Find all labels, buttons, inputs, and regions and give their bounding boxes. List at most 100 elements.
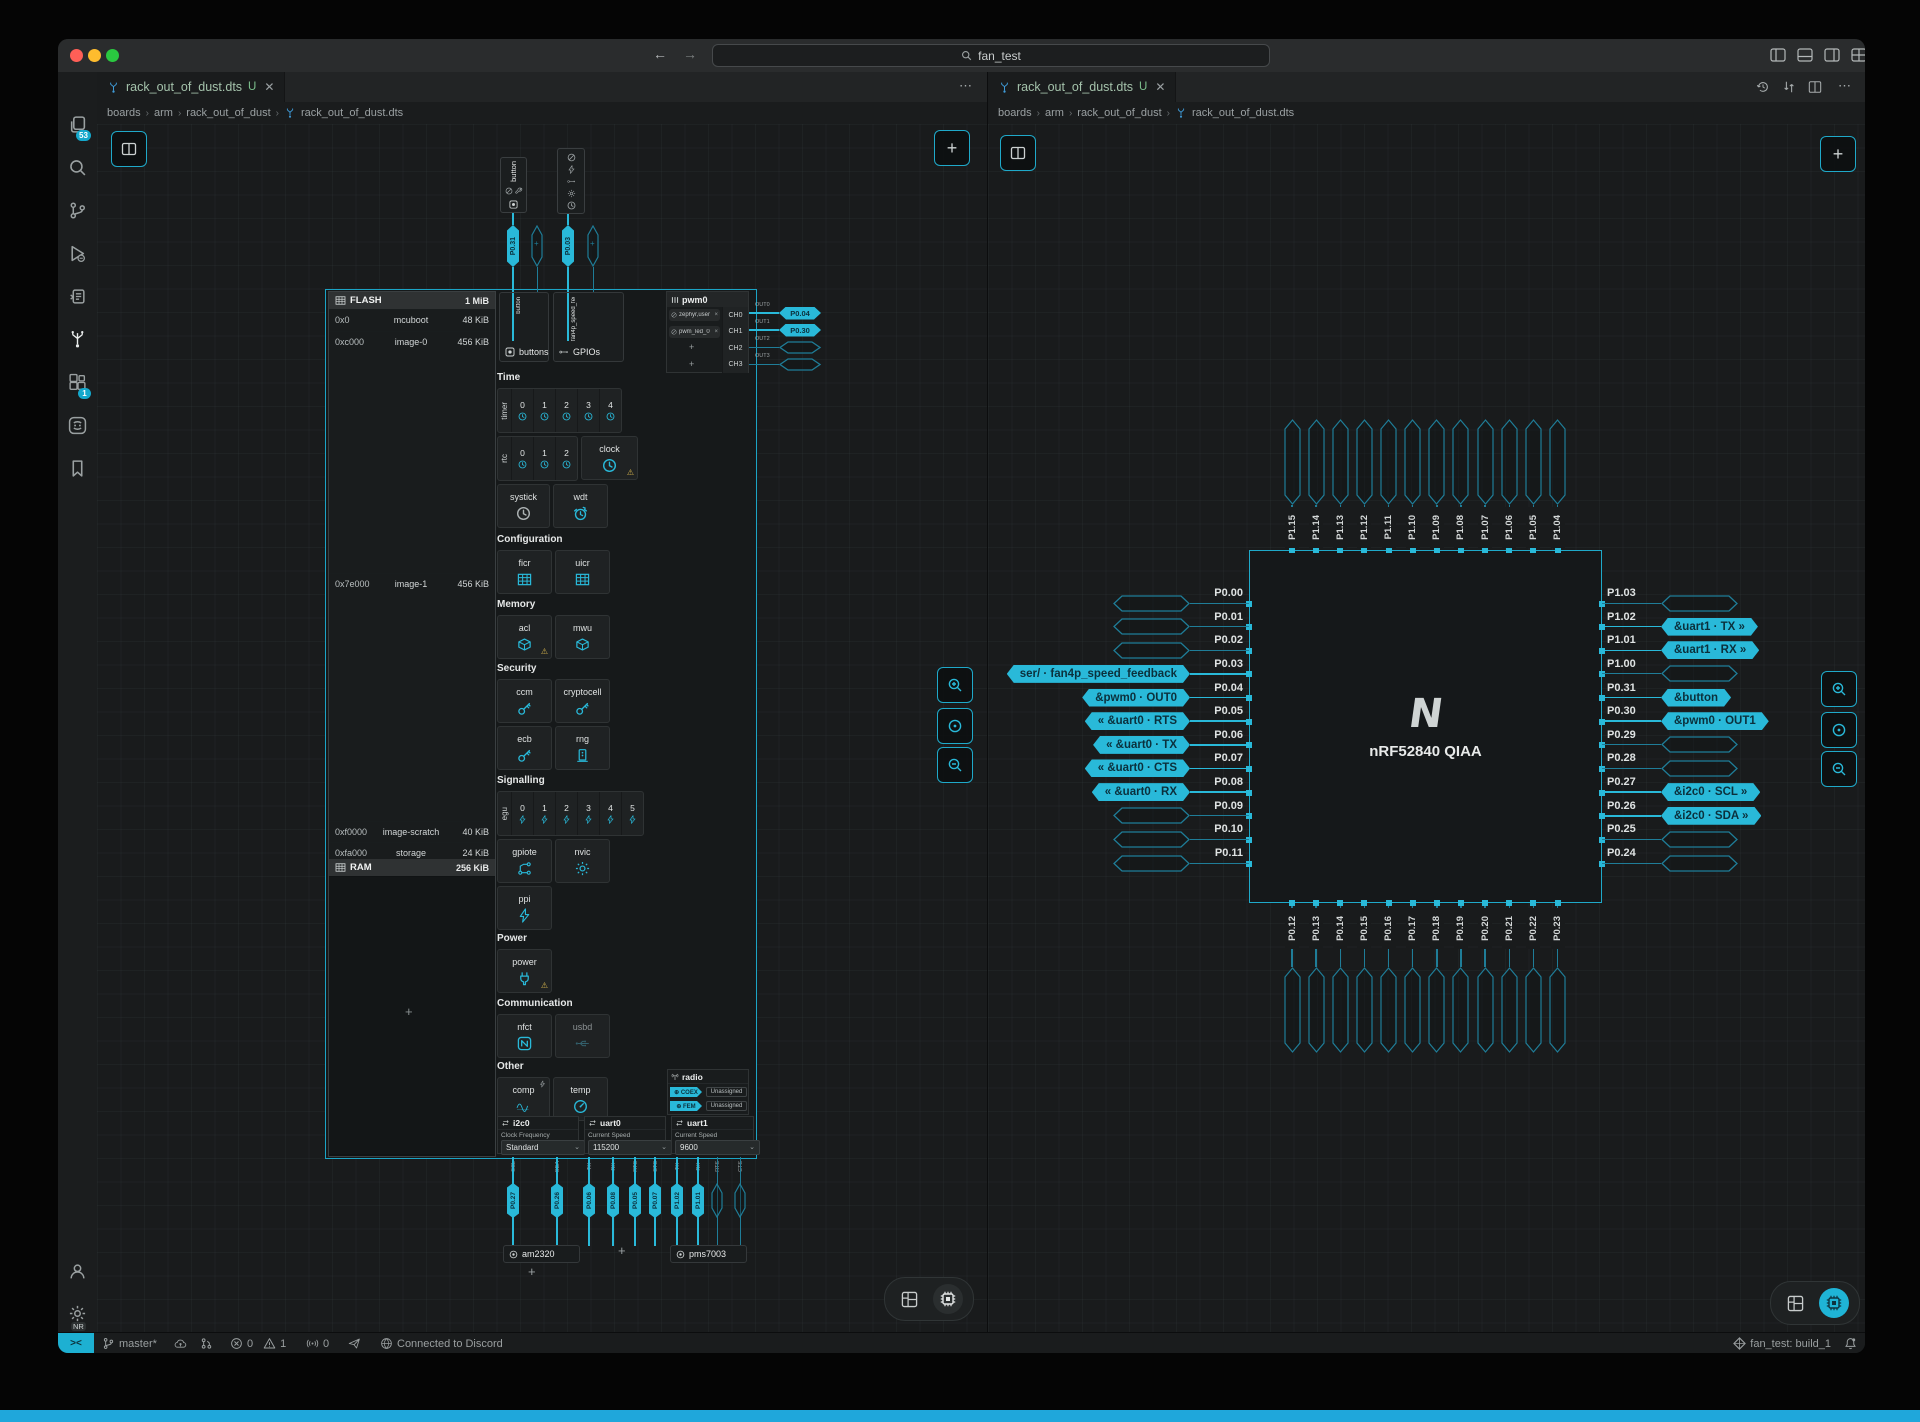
pin-assignment[interactable]: &button: [1661, 689, 1731, 707]
buttons-node[interactable]: buttonbuttons: [499, 292, 549, 362]
peripheral-tile-ficr[interactable]: ficr: [497, 550, 552, 594]
breadcrumb-item[interactable]: boards: [107, 107, 141, 119]
peripheral-timer-3[interactable]: 3: [577, 389, 599, 432]
toggle-bottom-panel-icon[interactable]: [1797, 48, 1813, 62]
remote-indicator[interactable]: ><: [58, 1333, 94, 1353]
board-view-button[interactable]: [1781, 1289, 1809, 1317]
empty-pin-slot[interactable]: [711, 1183, 723, 1218]
pwm0-node[interactable]: pwm0CH0zephyr,user×CH1pwm_led_0×CH2+CH3+: [666, 291, 749, 373]
board-view-button[interactable]: [895, 1285, 923, 1313]
activity-item-task-explorer[interactable]: [68, 287, 87, 306]
toggle-secondary-sidebar-icon[interactable]: [1824, 48, 1840, 62]
breadcrumb-item[interactable]: rack_out_of_dust: [1077, 107, 1161, 119]
empty-pin-slot[interactable]: [734, 1183, 746, 1218]
breadcrumb-item[interactable]: rack_out_of_dust: [186, 107, 270, 119]
launch-status[interactable]: [348, 1333, 361, 1353]
gpio-icon[interactable]: [567, 177, 576, 186]
activity-item-source-control[interactable]: [68, 201, 87, 220]
peripheral-tile-cryptocell[interactable]: cryptocell: [555, 679, 610, 723]
activity-item-bookmarks[interactable]: [68, 459, 87, 478]
command-center-search[interactable]: fan_test: [712, 44, 1270, 67]
activity-item-nrf-devicetree[interactable]: [68, 330, 87, 349]
empty-pin-slot[interactable]: [1356, 967, 1373, 1053]
empty-pin-slot[interactable]: [1332, 967, 1349, 1053]
bolt-icon[interactable]: [567, 165, 576, 174]
zoom-in-button-right[interactable]: [1821, 671, 1857, 707]
empty-pin-slot[interactable]: [1525, 967, 1542, 1053]
tab-rack-out-of-dust-dts[interactable]: rack_out_of_dust.dts U ✕: [988, 72, 1176, 102]
peripheral-tile-ecb[interactable]: ecb: [497, 726, 552, 770]
peripheral-tile-power[interactable]: power⚠: [497, 949, 552, 993]
pin-P0.03[interactable]: P0.03: [562, 225, 574, 267]
compare-changes-icon[interactable]: [1782, 80, 1796, 94]
bus-node-uart1[interactable]: uart1Current Speed9600⌄: [671, 1116, 754, 1154]
gear-icon[interactable]: [567, 189, 576, 198]
wrench-icon[interactable]: [515, 187, 523, 195]
pin-P0.27[interactable]: P0.27: [507, 1183, 519, 1218]
more-actions-icon[interactable]: ⋯: [959, 78, 973, 94]
peripheral-tile-clock[interactable]: clock⚠: [581, 436, 638, 480]
breadcrumb-item[interactable]: arm: [1045, 107, 1064, 119]
pin-P0.08[interactable]: P0.08: [607, 1183, 619, 1218]
peripheral-egu-3[interactable]: 3: [577, 792, 599, 835]
zoom-out-button-right[interactable]: [1821, 751, 1857, 787]
toggle-panel-icon[interactable]: [1770, 48, 1786, 62]
empty-pin-slot[interactable]: [1428, 967, 1445, 1053]
peripheral-rtc-0[interactable]: 0: [511, 437, 533, 480]
breadcrumb-item[interactable]: boards: [998, 107, 1032, 119]
empty-pin-slot[interactable]: [1477, 419, 1494, 505]
pin-assignment[interactable]: « &uart0 · RX: [1092, 783, 1190, 801]
ram-header[interactable]: RAM256 KiB: [329, 859, 495, 876]
pin-assignment[interactable]: &i2c0 · SDA »: [1661, 807, 1761, 825]
remove-icon[interactable]: ×: [714, 312, 718, 318]
bus-value-select[interactable]: 115200⌄: [588, 1140, 672, 1155]
empty-pin-slot[interactable]: [779, 341, 821, 354]
radio-signal-FEM[interactable]: ⊕ FEM: [670, 1101, 702, 1111]
history-forward-icon[interactable]: →: [683, 46, 697, 62]
bus-node-uart0[interactable]: uart0Current Speed115200⌄: [584, 1116, 666, 1154]
pwm-consumer[interactable]: zephyr,user×: [669, 309, 720, 321]
empty-pin-slot[interactable]: [1661, 831, 1738, 848]
split-editor-icon[interactable]: [1808, 80, 1822, 94]
publish-changes-button[interactable]: [174, 1333, 187, 1353]
add-node-button-right[interactable]: +: [1820, 136, 1856, 172]
pin-assignment[interactable]: &i2c0 · SCL »: [1661, 783, 1760, 801]
empty-pin-slot[interactable]: [1284, 967, 1301, 1053]
partition-row[interactable]: 0xf0000image-scratch40 KiB: [329, 821, 495, 842]
account-icon[interactable]: [68, 1262, 87, 1281]
empty-pin-slot[interactable]: [1452, 419, 1469, 505]
peripheral-rtc-1[interactable]: 1: [533, 437, 555, 480]
zoom-in-button-left[interactable]: [937, 667, 973, 703]
partition-row[interactable]: 0xc000image-0456 KiB: [329, 331, 495, 573]
peripheral-timer-1[interactable]: 1: [533, 389, 555, 432]
breadcrumb-item[interactable]: arm: [154, 107, 173, 119]
peripheral-group-timer[interactable]: timer01234: [497, 388, 622, 433]
partition-row[interactable]: 0x0mcuboot48 KiB: [329, 309, 495, 331]
remove-icon[interactable]: ×: [714, 329, 718, 335]
close-window-button[interactable]: [70, 49, 83, 62]
empty-pin-slot[interactable]: [1525, 419, 1542, 505]
peripheral-tile-temp[interactable]: temp: [553, 1077, 608, 1121]
empty-pin-slot[interactable]: [1113, 855, 1190, 872]
empty-pin-slot[interactable]: [1113, 642, 1190, 659]
add-consumer-icon[interactable]: +: [689, 359, 694, 369]
git-branch-status[interactable]: master*: [102, 1333, 157, 1353]
empty-pin-slot[interactable]: [1549, 419, 1566, 505]
add-node-icon[interactable]: +: [528, 1264, 536, 1279]
close-tab-icon[interactable]: ✕: [264, 80, 274, 94]
pin-assignment[interactable]: &pwm0 · OUT1: [1661, 712, 1769, 730]
empty-pin-slot[interactable]: [1452, 967, 1469, 1053]
more-actions-icon[interactable]: ⋯: [1838, 78, 1852, 94]
peripheral-rtc-2[interactable]: 2: [555, 437, 577, 480]
clock-icon[interactable]: [567, 201, 576, 210]
empty-pin-slot[interactable]: [1332, 419, 1349, 505]
peripheral-tile-systick[interactable]: systick: [497, 484, 550, 528]
empty-pin-slot[interactable]: [1661, 760, 1738, 777]
radio-signal-COEX[interactable]: ⊕ COEX: [670, 1087, 702, 1097]
sensor-node-am2320[interactable]: am2320: [503, 1245, 580, 1263]
pin-P1.01[interactable]: P1.01: [692, 1183, 704, 1218]
bus-node-i2c0[interactable]: i2c0Clock FrequencyStandard⌄: [497, 1116, 579, 1154]
zoom-window-button[interactable]: [106, 49, 119, 62]
close-tab-icon[interactable]: ✕: [1155, 80, 1165, 94]
flash-header[interactable]: FLASH1 MiB: [329, 292, 495, 309]
